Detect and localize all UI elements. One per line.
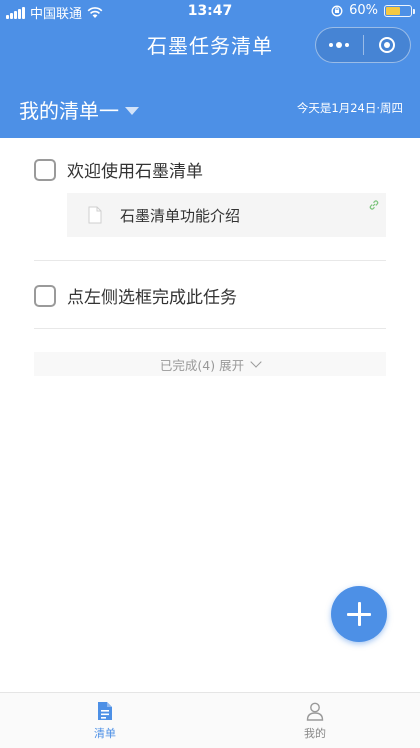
add-task-button[interactable] bbox=[331, 586, 387, 642]
more-button[interactable] bbox=[316, 28, 363, 62]
divider bbox=[34, 328, 386, 329]
battery-percent: 60% bbox=[349, 3, 378, 18]
divider bbox=[34, 260, 386, 261]
note-text: 石墨清单功能介绍 bbox=[120, 207, 241, 225]
close-mini-program-button[interactable] bbox=[364, 28, 411, 62]
task-item[interactable]: 点左侧选框完成此任务 bbox=[34, 283, 237, 308]
tab-list[interactable]: 清单 bbox=[0, 693, 210, 748]
list-selector[interactable]: 我的清单一 bbox=[19, 95, 139, 124]
task-text: 点左侧选框完成此任务 bbox=[67, 288, 237, 308]
task-checkbox[interactable] bbox=[34, 158, 56, 181]
app-header: 中国联通 13:47 60% 石墨任务清单 我的清单一 今天是1月24日·周四 bbox=[0, 0, 420, 138]
document-icon bbox=[88, 206, 102, 224]
rotation-lock-icon bbox=[331, 5, 343, 16]
list-name: 我的清单一 bbox=[19, 99, 119, 123]
target-icon bbox=[378, 37, 395, 53]
completed-label: 已完成(4) 展开 bbox=[159, 357, 245, 373]
caret-down-icon bbox=[125, 106, 139, 115]
date-text: 今天是1月24日·周四 bbox=[296, 101, 403, 115]
plus-icon bbox=[347, 602, 371, 626]
task-note[interactable]: 石墨清单功能介绍 bbox=[67, 193, 386, 237]
link-icon bbox=[369, 200, 379, 210]
tab-label: 清单 bbox=[94, 727, 116, 740]
status-bar: 中国联通 13:47 60% bbox=[0, 0, 420, 22]
more-dots-icon bbox=[329, 42, 350, 48]
list-doc-icon bbox=[98, 702, 112, 720]
task-checkbox[interactable] bbox=[34, 284, 56, 307]
tab-bar: 清单 我的 bbox=[0, 692, 420, 748]
tab-label: 我的 bbox=[304, 727, 326, 740]
task-item[interactable]: 欢迎使用石墨清单 bbox=[34, 157, 203, 182]
user-icon bbox=[306, 702, 324, 721]
mini-program-capsule bbox=[315, 27, 411, 63]
chevron-down-icon bbox=[250, 356, 262, 368]
completed-toggle[interactable]: 已完成(4) 展开 bbox=[34, 352, 386, 376]
tab-mine[interactable]: 我的 bbox=[210, 693, 420, 748]
task-text: 欢迎使用石墨清单 bbox=[67, 162, 203, 182]
battery-icon bbox=[384, 4, 415, 17]
